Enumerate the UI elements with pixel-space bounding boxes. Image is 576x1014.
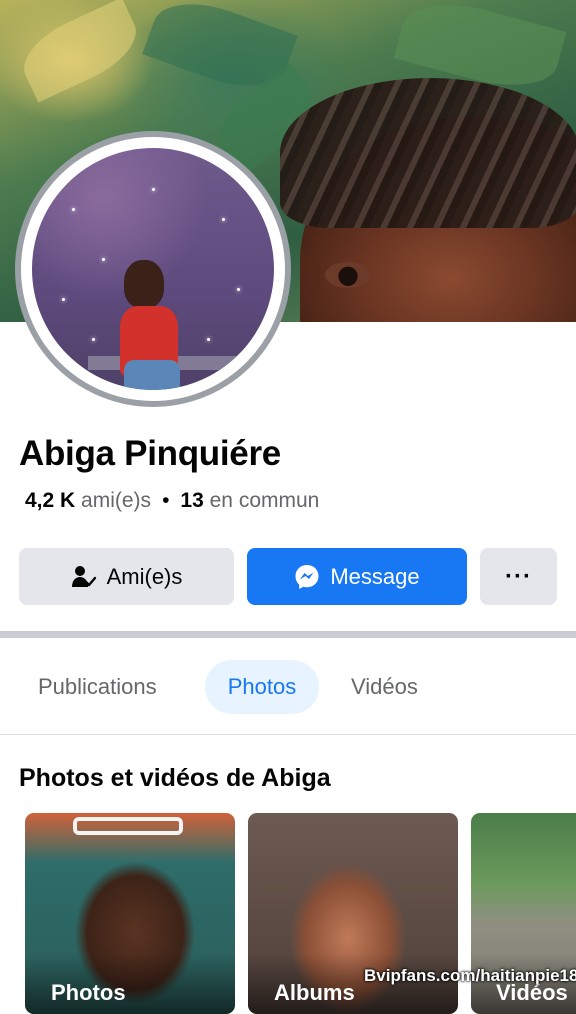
sparkle	[222, 218, 225, 221]
more-button[interactable]: ···	[480, 548, 557, 605]
albums-tile-label: Albums	[274, 980, 355, 1005]
friends-label: ami(e)s	[81, 489, 152, 512]
person-check-icon	[71, 565, 96, 587]
photos-tile-label: Photos	[51, 980, 126, 1005]
friends-button[interactable]: Ami(e)s	[19, 548, 234, 605]
avatar-person-head	[124, 260, 164, 308]
cover-leaf	[12, 0, 148, 103]
message-button-label: Message	[330, 563, 420, 589]
message-button[interactable]: Message	[247, 548, 467, 605]
sparkle	[62, 298, 65, 301]
friends-button-label: Ami(e)s	[106, 563, 183, 589]
tile-sunglasses	[73, 817, 183, 835]
tab-videos[interactable]: Vidéos	[351, 660, 418, 714]
sparkle	[92, 338, 95, 341]
avatar[interactable]	[32, 148, 274, 390]
section-divider	[0, 631, 576, 638]
cover-eye	[325, 262, 371, 288]
friends-count: 4,2 K	[25, 489, 76, 512]
tabs-divider	[0, 734, 576, 735]
cover-braids	[280, 78, 576, 228]
profile-stats[interactable]: 4,2 K ami(e)s • 13 en commun	[25, 489, 319, 513]
watermark-text: Bvipfans.com/haitianpie18	[364, 966, 576, 985]
more-dots-icon: ···	[505, 562, 532, 590]
tab-publications[interactable]: Publications	[38, 660, 157, 714]
sparkle	[102, 258, 105, 261]
mutual-label: en commun	[209, 489, 320, 512]
sparkle	[237, 288, 240, 291]
photos-tile[interactable]: Photos	[25, 813, 235, 1014]
messenger-icon	[295, 564, 319, 589]
tab-photos[interactable]: Photos	[205, 660, 319, 714]
sparkle	[152, 188, 155, 191]
separator-dot: •	[162, 489, 170, 512]
sparkle	[207, 338, 210, 341]
mutual-count: 13	[180, 489, 204, 512]
sparkle	[72, 208, 75, 211]
media-section-title: Photos et vidéos de Abiga	[19, 764, 331, 792]
profile-name: Abiga Pinquiére	[19, 434, 281, 473]
avatar-person-jeans	[124, 360, 180, 390]
